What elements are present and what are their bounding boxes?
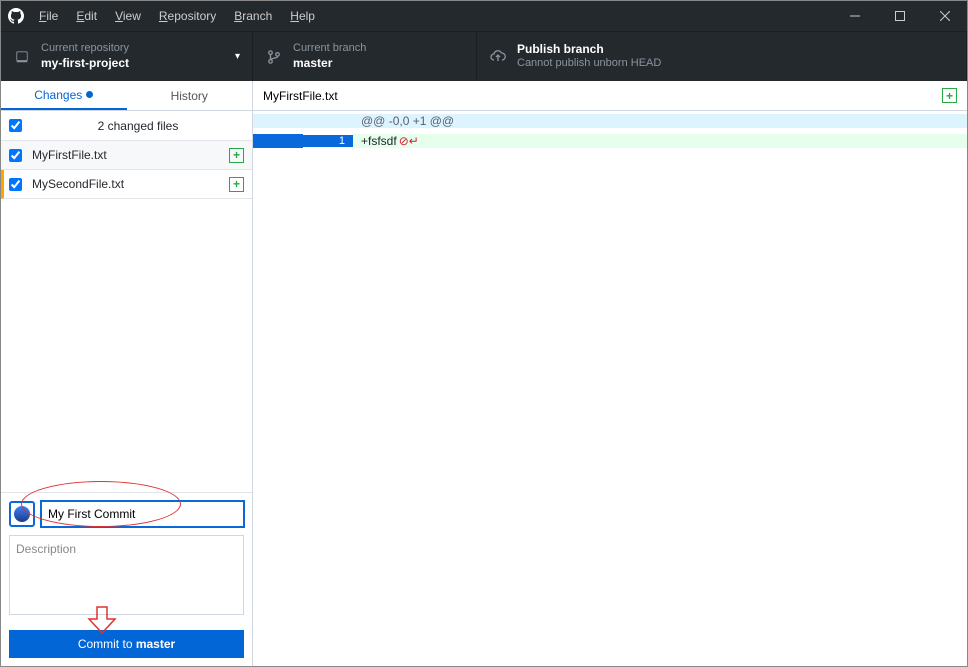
file-checkbox[interactable]	[9, 178, 22, 191]
sidebar-tabs: Changes History	[1, 81, 252, 111]
tab-history[interactable]: History	[127, 81, 253, 110]
menu-edit[interactable]: Edit	[76, 9, 97, 23]
minimize-button[interactable]	[832, 1, 877, 31]
chevron-down-icon: ▾	[235, 51, 240, 62]
publish-value: Cannot publish unborn HEAD	[517, 57, 661, 71]
diff-line[interactable]: 1 +fsfsdf⊘↵	[253, 131, 967, 151]
branch-value: master	[293, 56, 366, 71]
diff-filename: MyFirstFile.txt	[263, 89, 338, 103]
toolbar: Current repository my-first-project ▾ Cu…	[1, 31, 967, 81]
menu-view[interactable]: View	[115, 9, 141, 23]
maximize-button[interactable]	[877, 1, 922, 31]
menu-bar: File Edit View Repository Branch Help	[31, 9, 315, 23]
tab-changes[interactable]: Changes	[1, 81, 127, 110]
no-newline-icon: ⊘	[399, 134, 409, 148]
file-name: MySecondFile.txt	[32, 177, 229, 191]
added-badge-icon: +	[229, 148, 244, 163]
repo-label: Current repository	[41, 42, 129, 56]
publish-label: Publish branch	[517, 42, 661, 57]
publish-button[interactable]: Publish branch Cannot publish unborn HEA…	[477, 32, 967, 81]
branch-label: Current branch	[293, 42, 366, 56]
menu-file[interactable]: File	[39, 9, 58, 23]
diff-panel: MyFirstFile.txt + @@ -0,0 +1 @@ 1 +fsfsd…	[253, 81, 967, 666]
diff-added-text: +fsfsdf	[361, 134, 397, 148]
repo-value: my-first-project	[41, 56, 129, 71]
commit-summary-input[interactable]	[41, 501, 244, 527]
diff-file-header: MyFirstFile.txt +	[253, 81, 967, 111]
avatar	[9, 501, 35, 527]
changes-header: 2 changed files	[1, 111, 252, 141]
commit-description-input[interactable]	[9, 535, 244, 615]
sidebar: Changes History 2 changed files MyFirstF…	[1, 81, 253, 666]
cloud-upload-icon	[489, 49, 507, 65]
return-icon: ↵	[409, 134, 419, 148]
titlebar: File Edit View Repository Branch Help	[1, 1, 967, 31]
changes-count: 2 changed files	[32, 119, 244, 133]
menu-repository[interactable]: Repository	[159, 9, 216, 23]
close-button[interactable]	[922, 1, 967, 31]
select-all-checkbox[interactable]	[9, 119, 22, 132]
branch-icon	[265, 50, 283, 64]
file-name: MyFirstFile.txt	[32, 148, 229, 162]
added-badge-icon: +	[942, 88, 957, 103]
repo-dropdown[interactable]: Current repository my-first-project ▾	[1, 32, 253, 81]
menu-branch[interactable]: Branch	[234, 9, 272, 23]
menu-help[interactable]: Help	[290, 9, 315, 23]
diff-hunk-header: @@ -0,0 +1 @@	[353, 114, 967, 128]
commit-box: Commit to master	[1, 492, 252, 666]
file-checkbox[interactable]	[9, 149, 22, 162]
file-list: MyFirstFile.txt + MySecondFile.txt +	[1, 141, 252, 199]
branch-dropdown[interactable]: Current branch master	[253, 32, 477, 81]
file-row[interactable]: MyFirstFile.txt +	[1, 141, 252, 170]
file-row[interactable]: MySecondFile.txt +	[1, 170, 252, 199]
line-number: 1	[303, 135, 353, 147]
added-badge-icon: +	[229, 177, 244, 192]
changes-indicator-dot	[86, 91, 93, 98]
repo-icon	[13, 50, 31, 64]
diff-content: @@ -0,0 +1 @@ 1 +fsfsdf⊘↵	[253, 111, 967, 151]
github-logo-icon	[1, 8, 31, 24]
commit-button[interactable]: Commit to master	[9, 630, 244, 658]
